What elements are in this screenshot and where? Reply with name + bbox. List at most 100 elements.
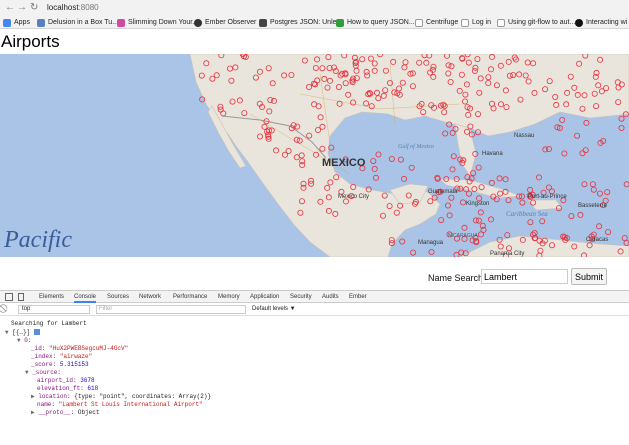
airport-marker[interactable] [444, 202, 451, 209]
console-filter-input[interactable]: Filter [96, 305, 246, 314]
airport-marker[interactable] [328, 144, 335, 151]
airport-marker[interactable] [371, 165, 378, 172]
airport-marker[interactable] [596, 223, 603, 230]
console-prop-source[interactable]: ▼ _source: [25, 369, 61, 377]
airport-marker[interactable] [561, 150, 568, 157]
console-prop-location[interactable]: ▶ location: {type: "point", coordinates:… [31, 393, 211, 401]
airport-marker[interactable] [375, 151, 382, 158]
device-toolbar-icon[interactable] [18, 293, 24, 301]
airport-map[interactable]: MEXICO Mexico City Gulf of Mexico Havana… [0, 54, 629, 257]
bookmark-5[interactable]: How to query JSON... [336, 16, 415, 28]
airport-marker[interactable] [536, 174, 543, 181]
airport-marker[interactable] [450, 153, 457, 160]
airport-marker[interactable] [582, 147, 589, 154]
airport-marker[interactable] [604, 189, 611, 196]
airport-marker[interactable] [539, 218, 546, 225]
address-bar[interactable]: localhost:8080 [47, 2, 99, 14]
tab-application[interactable]: Application [250, 291, 279, 303]
airport-marker[interactable] [618, 115, 625, 122]
tab-audits[interactable]: Audits [322, 291, 339, 303]
airport-marker[interactable] [559, 117, 566, 124]
airport-marker[interactable] [397, 156, 404, 163]
airport-marker[interactable] [475, 164, 482, 171]
airport-marker[interactable] [505, 197, 512, 204]
airport-marker[interactable] [470, 170, 477, 177]
submit-button[interactable]: Submit [571, 268, 607, 285]
tab-memory[interactable]: Memory [218, 291, 240, 303]
inspect-icon[interactable] [5, 293, 13, 301]
airport-marker[interactable] [579, 150, 586, 157]
airport-marker[interactable] [401, 175, 408, 182]
airport-marker[interactable] [459, 199, 466, 206]
airport-marker[interactable] [546, 146, 553, 153]
airport-marker[interactable] [589, 181, 596, 188]
airport-marker[interactable] [488, 179, 495, 186]
airport-marker[interactable] [461, 224, 468, 231]
airport-marker[interactable] [496, 175, 503, 182]
bookmark-apps[interactable]: Apps [3, 16, 30, 28]
airport-marker[interactable] [618, 125, 625, 132]
airport-marker[interactable] [372, 174, 379, 181]
console-prop-proto[interactable]: ▶ __proto__: Object [31, 409, 99, 417]
airport-marker[interactable] [596, 190, 603, 197]
name-search-input[interactable] [481, 269, 568, 284]
airport-marker[interactable] [581, 181, 588, 188]
console-item-0[interactable]: ▼ 0: [17, 337, 31, 345]
airport-marker[interactable] [568, 213, 575, 220]
bookmark-7[interactable]: Log in [461, 16, 491, 28]
bookmark-2[interactable]: Slimming Down Your... [117, 16, 198, 28]
forward-icon[interactable]: → [17, 2, 27, 14]
console-array-line[interactable]: ▼ [{…}] [5, 329, 41, 337]
airport-marker[interactable] [442, 130, 449, 137]
context-select[interactable]: top [18, 305, 90, 314]
airport-marker[interactable] [438, 217, 445, 224]
log-levels-dropdown[interactable]: Default levels ▼ [252, 305, 296, 314]
airport-marker[interactable] [449, 129, 456, 136]
airport-marker[interactable] [475, 217, 482, 224]
tab-elements[interactable]: Elements [39, 291, 64, 303]
bookmark-6[interactable]: Centrifuge [415, 16, 458, 28]
airport-marker[interactable] [577, 211, 584, 218]
airport-marker[interactable] [502, 176, 509, 183]
map-label-guatemala: Guatemala [428, 189, 458, 195]
airport-marker[interactable] [477, 209, 484, 216]
airport-marker[interactable] [590, 186, 597, 193]
tab-network[interactable]: Network [139, 291, 161, 303]
airport-marker[interactable] [408, 164, 415, 171]
airport-marker[interactable] [623, 240, 629, 246]
bookmark-3[interactable]: Ember Observer [194, 16, 256, 28]
airport-marker[interactable] [519, 199, 526, 206]
airport-marker[interactable] [388, 156, 395, 163]
airport-marker[interactable] [623, 181, 629, 188]
bookmark-4[interactable]: Postgres JSON: Unle... [259, 16, 342, 28]
reload-icon[interactable]: ↻ [30, 2, 38, 14]
airport-marker[interactable] [477, 231, 484, 238]
airport-marker[interactable] [621, 235, 628, 242]
airport-marker[interactable] [527, 219, 534, 226]
airport-marker[interactable] [583, 119, 590, 126]
airport-marker[interactable] [399, 238, 406, 245]
tab-ember[interactable]: Ember [349, 291, 367, 303]
tab-console[interactable]: Console [74, 291, 97, 303]
airport-marker[interactable] [370, 158, 377, 165]
bookmark-9[interactable]: Interacting wi [575, 16, 627, 28]
back-icon[interactable]: ← [5, 2, 15, 14]
tab-sources[interactable]: Sources [107, 291, 129, 303]
airport-marker[interactable] [465, 190, 472, 197]
airport-marker[interactable] [487, 216, 494, 223]
airport-marker[interactable] [446, 212, 453, 219]
airport-marker[interactable] [428, 248, 435, 255]
airport-marker[interactable] [504, 232, 511, 239]
airport-marker[interactable] [449, 166, 456, 173]
page-icon [497, 18, 505, 27]
airport-marker[interactable] [574, 132, 581, 139]
airport-marker[interactable] [448, 194, 455, 201]
airport-marker[interactable] [527, 186, 534, 193]
bookmark-1[interactable]: Delusion in a Box Tu... [37, 16, 118, 28]
bookmark-8[interactable]: Using git-flow to aut... [497, 16, 575, 28]
tab-security[interactable]: Security [290, 291, 312, 303]
map-canvas[interactable]: MEXICO Mexico City Gulf of Mexico Havana… [0, 54, 629, 257]
airport-marker[interactable] [605, 229, 612, 236]
airport-marker[interactable] [410, 249, 417, 256]
tab-performance[interactable]: Performance [173, 291, 207, 303]
